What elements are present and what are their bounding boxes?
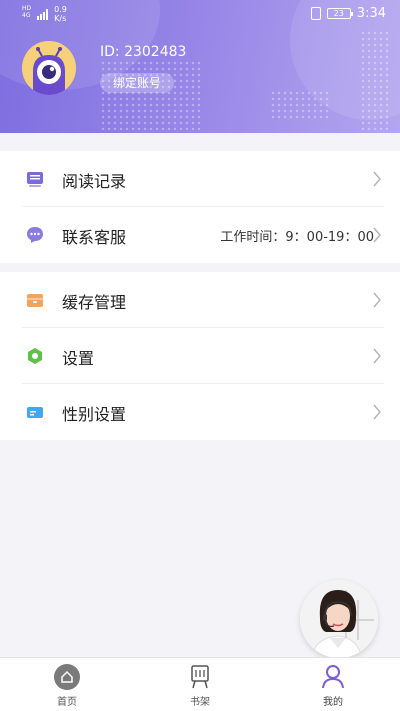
tab-label: 首页 (57, 697, 77, 708)
menu-item-cache-management[interactable]: 缓存管理 (0, 272, 400, 328)
settings-icon (28, 348, 42, 364)
status-bar: HD 4G 0.9 K/s 23 3:34 (0, 0, 400, 28)
menu-item-gender-settings[interactable]: 性别设置 (0, 384, 400, 440)
reading-history-icon (27, 172, 43, 187)
menu-group-secondary: 缓存管理 设置 性别设置 (0, 272, 400, 440)
menu-item-customer-service[interactable]: 联系客服 工作时间：9：00-19：00 (0, 207, 400, 263)
menu-item-reading-history[interactable]: 阅读记录 (0, 151, 400, 207)
menu-item-label: 性别设置 (62, 405, 127, 424)
chevron-right-icon (373, 348, 381, 364)
header-dot-pattern (270, 90, 330, 120)
battery-icon: 23 (326, 8, 353, 19)
menu-item-label: 设置 (62, 349, 95, 368)
service-hours: 工作时间：9：00-19：00 (220, 230, 374, 245)
bookshelf-icon (191, 665, 209, 689)
chevron-right-icon (373, 292, 381, 308)
clock: 3:34 (356, 6, 386, 21)
network-speed: 0.9 K/s (54, 5, 67, 23)
menu-item-settings[interactable]: 设置 (0, 328, 400, 384)
bottom-navigation: 首页 书架 我的 (0, 657, 400, 711)
tab-bookshelf[interactable]: 书架 (170, 664, 230, 708)
monster-avatar-icon (22, 41, 76, 95)
bind-account-button[interactable]: 绑定账号 (100, 73, 174, 93)
menu-group-primary: 阅读记录 联系客服 工作时间：9：00-19：00 (0, 151, 400, 263)
floating-customer-service-button[interactable] (300, 580, 378, 658)
profile-header: HD 4G 0.9 K/s 23 3:34 ID: 2302483 绑定账号 (0, 0, 400, 133)
service-agent-icon (300, 580, 378, 658)
tab-label: 我的 (323, 697, 343, 708)
tab-label: 书架 (190, 697, 210, 708)
carrier-label: HD 4G (22, 5, 32, 19)
header-dot-pattern (360, 30, 390, 130)
chevron-right-icon (373, 404, 381, 420)
menu-item-label: 阅读记录 (62, 172, 127, 191)
home-icon (54, 664, 80, 690)
vibrate-icon (310, 7, 321, 20)
user-profile-icon (322, 665, 344, 689)
chevron-right-icon (373, 171, 381, 187)
tab-home[interactable]: 首页 (37, 664, 97, 708)
menu-item-label: 联系客服 (62, 228, 127, 247)
avatar[interactable] (22, 41, 76, 95)
chevron-right-icon (373, 227, 381, 243)
signal-icon (37, 8, 49, 20)
header-dot-pattern (100, 60, 200, 130)
cache-icon (27, 294, 43, 307)
gender-settings-icon (27, 407, 43, 418)
menu-item-label: 缓存管理 (62, 293, 127, 312)
customer-service-icon (27, 227, 43, 243)
tab-mine[interactable]: 我的 (303, 664, 363, 708)
user-id: ID: 2302483 (100, 44, 187, 60)
